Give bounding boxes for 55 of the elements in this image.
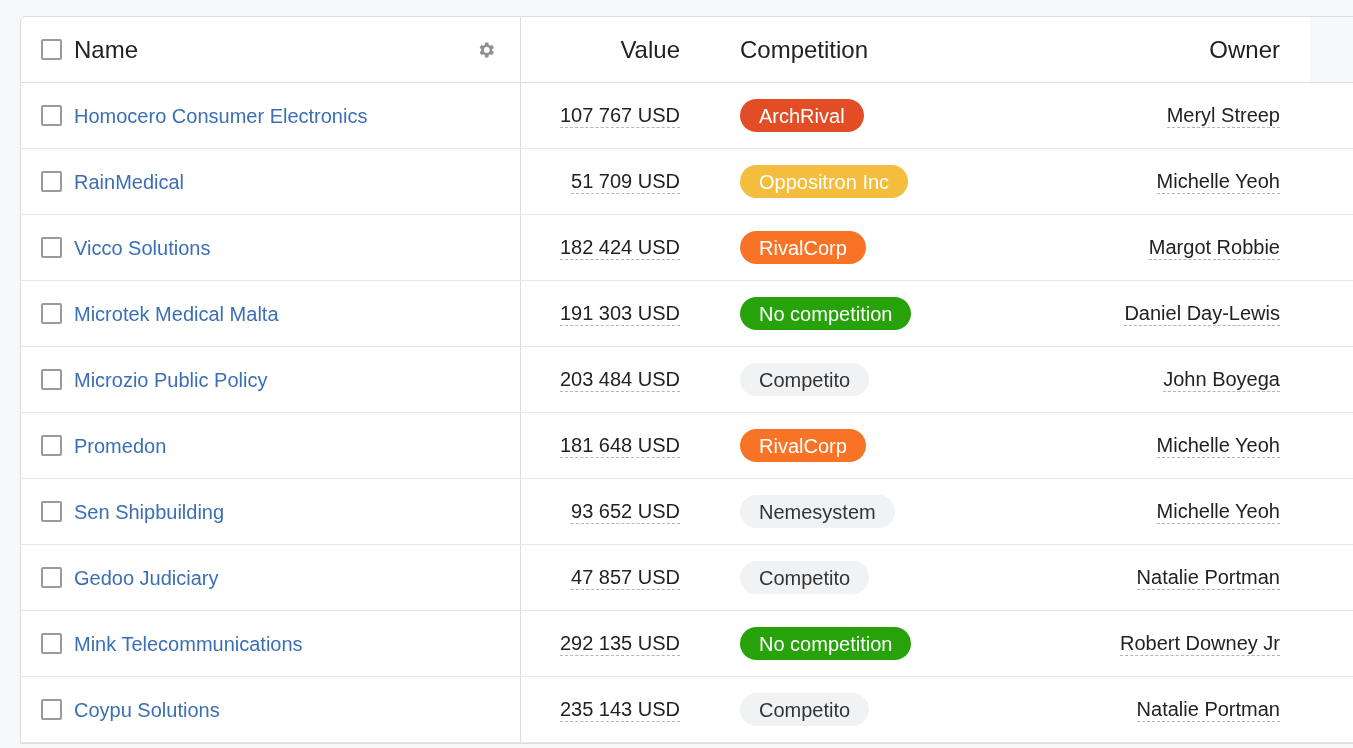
value-text[interactable]: 51 709 USD (571, 169, 680, 194)
checkbox[interactable] (41, 567, 62, 588)
checkbox[interactable] (41, 171, 62, 192)
deal-name-link[interactable]: Microtek Medical Malta (74, 298, 279, 329)
competition-tag: Oppositron Inc (740, 165, 909, 198)
owner-text[interactable]: Robert Downey Jr (1119, 631, 1280, 656)
owner-text[interactable]: Margot Robbie (1148, 235, 1280, 260)
deal-name-link[interactable]: Gedoo Judiciary (74, 562, 219, 593)
competition-tag: Competito (740, 561, 870, 594)
column-header[interactable]: Value (620, 31, 680, 68)
competition-tag: ArchRival (740, 99, 864, 132)
checkbox[interactable] (41, 105, 62, 126)
checkbox[interactable] (41, 633, 62, 654)
value-text[interactable]: 203 484 USD (559, 367, 680, 392)
checkbox[interactable] (41, 501, 62, 522)
value-text[interactable]: 47 857 USD (571, 565, 680, 590)
owner-text[interactable]: Michelle Yeoh (1156, 433, 1280, 458)
owner-text[interactable]: Michelle Yeoh (1156, 169, 1280, 194)
competition-tag: Competito (740, 363, 870, 396)
deal-name-link[interactable]: Sen Shipbuilding (74, 496, 225, 527)
deal-name-link[interactable]: RainMedical (74, 166, 185, 197)
competition-tag: No competition (740, 627, 912, 660)
checkbox[interactable] (41, 303, 62, 324)
competition-tag: No competition (740, 297, 912, 330)
competition-tag: Nemesystem (740, 495, 895, 528)
competition-tag: RivalCorp (740, 429, 866, 462)
value-text[interactable]: 235 143 USD (559, 697, 680, 722)
deal-name-link[interactable]: Promedon (74, 430, 167, 461)
value-text[interactable]: 292 135 USD (559, 631, 680, 656)
competition-tag: Competito (740, 693, 870, 726)
owner-text[interactable]: Meryl Streep (1166, 103, 1280, 128)
value-text[interactable]: 191 303 USD (559, 301, 680, 326)
column-header[interactable]: Name (74, 31, 464, 68)
checkbox[interactable] (41, 435, 62, 456)
value-text[interactable]: 93 652 USD (571, 499, 680, 524)
deal-name-link[interactable]: Vicco Solutions (74, 232, 211, 263)
deal-name-link[interactable]: Homocero Consumer Electronics (74, 100, 368, 131)
owner-text[interactable]: John Boyega (1163, 367, 1280, 392)
deal-name-link[interactable]: Mink Telecommunications (74, 628, 303, 659)
column-header[interactable]: Competition (740, 31, 869, 68)
checkbox[interactable] (41, 369, 62, 390)
owner-text[interactable]: Natalie Portman (1136, 565, 1280, 590)
owner-text[interactable]: Michelle Yeoh (1156, 499, 1280, 524)
competition-tag: RivalCorp (740, 231, 866, 264)
value-text[interactable]: 181 648 USD (559, 433, 680, 458)
owner-text[interactable]: Natalie Portman (1136, 697, 1280, 722)
checkbox[interactable] (41, 699, 62, 720)
checkbox[interactable] (41, 237, 62, 258)
value-text[interactable]: 182 424 USD (559, 235, 680, 260)
deal-name-link[interactable]: Coypu Solutions (74, 694, 220, 725)
deal-name-link[interactable]: Microzio Public Policy (74, 364, 268, 395)
checkbox[interactable] (41, 39, 62, 60)
owner-text[interactable]: Daniel Day-Lewis (1124, 301, 1280, 326)
value-text[interactable]: 107 767 USD (559, 103, 680, 128)
column-header[interactable]: Owner (1209, 31, 1280, 68)
